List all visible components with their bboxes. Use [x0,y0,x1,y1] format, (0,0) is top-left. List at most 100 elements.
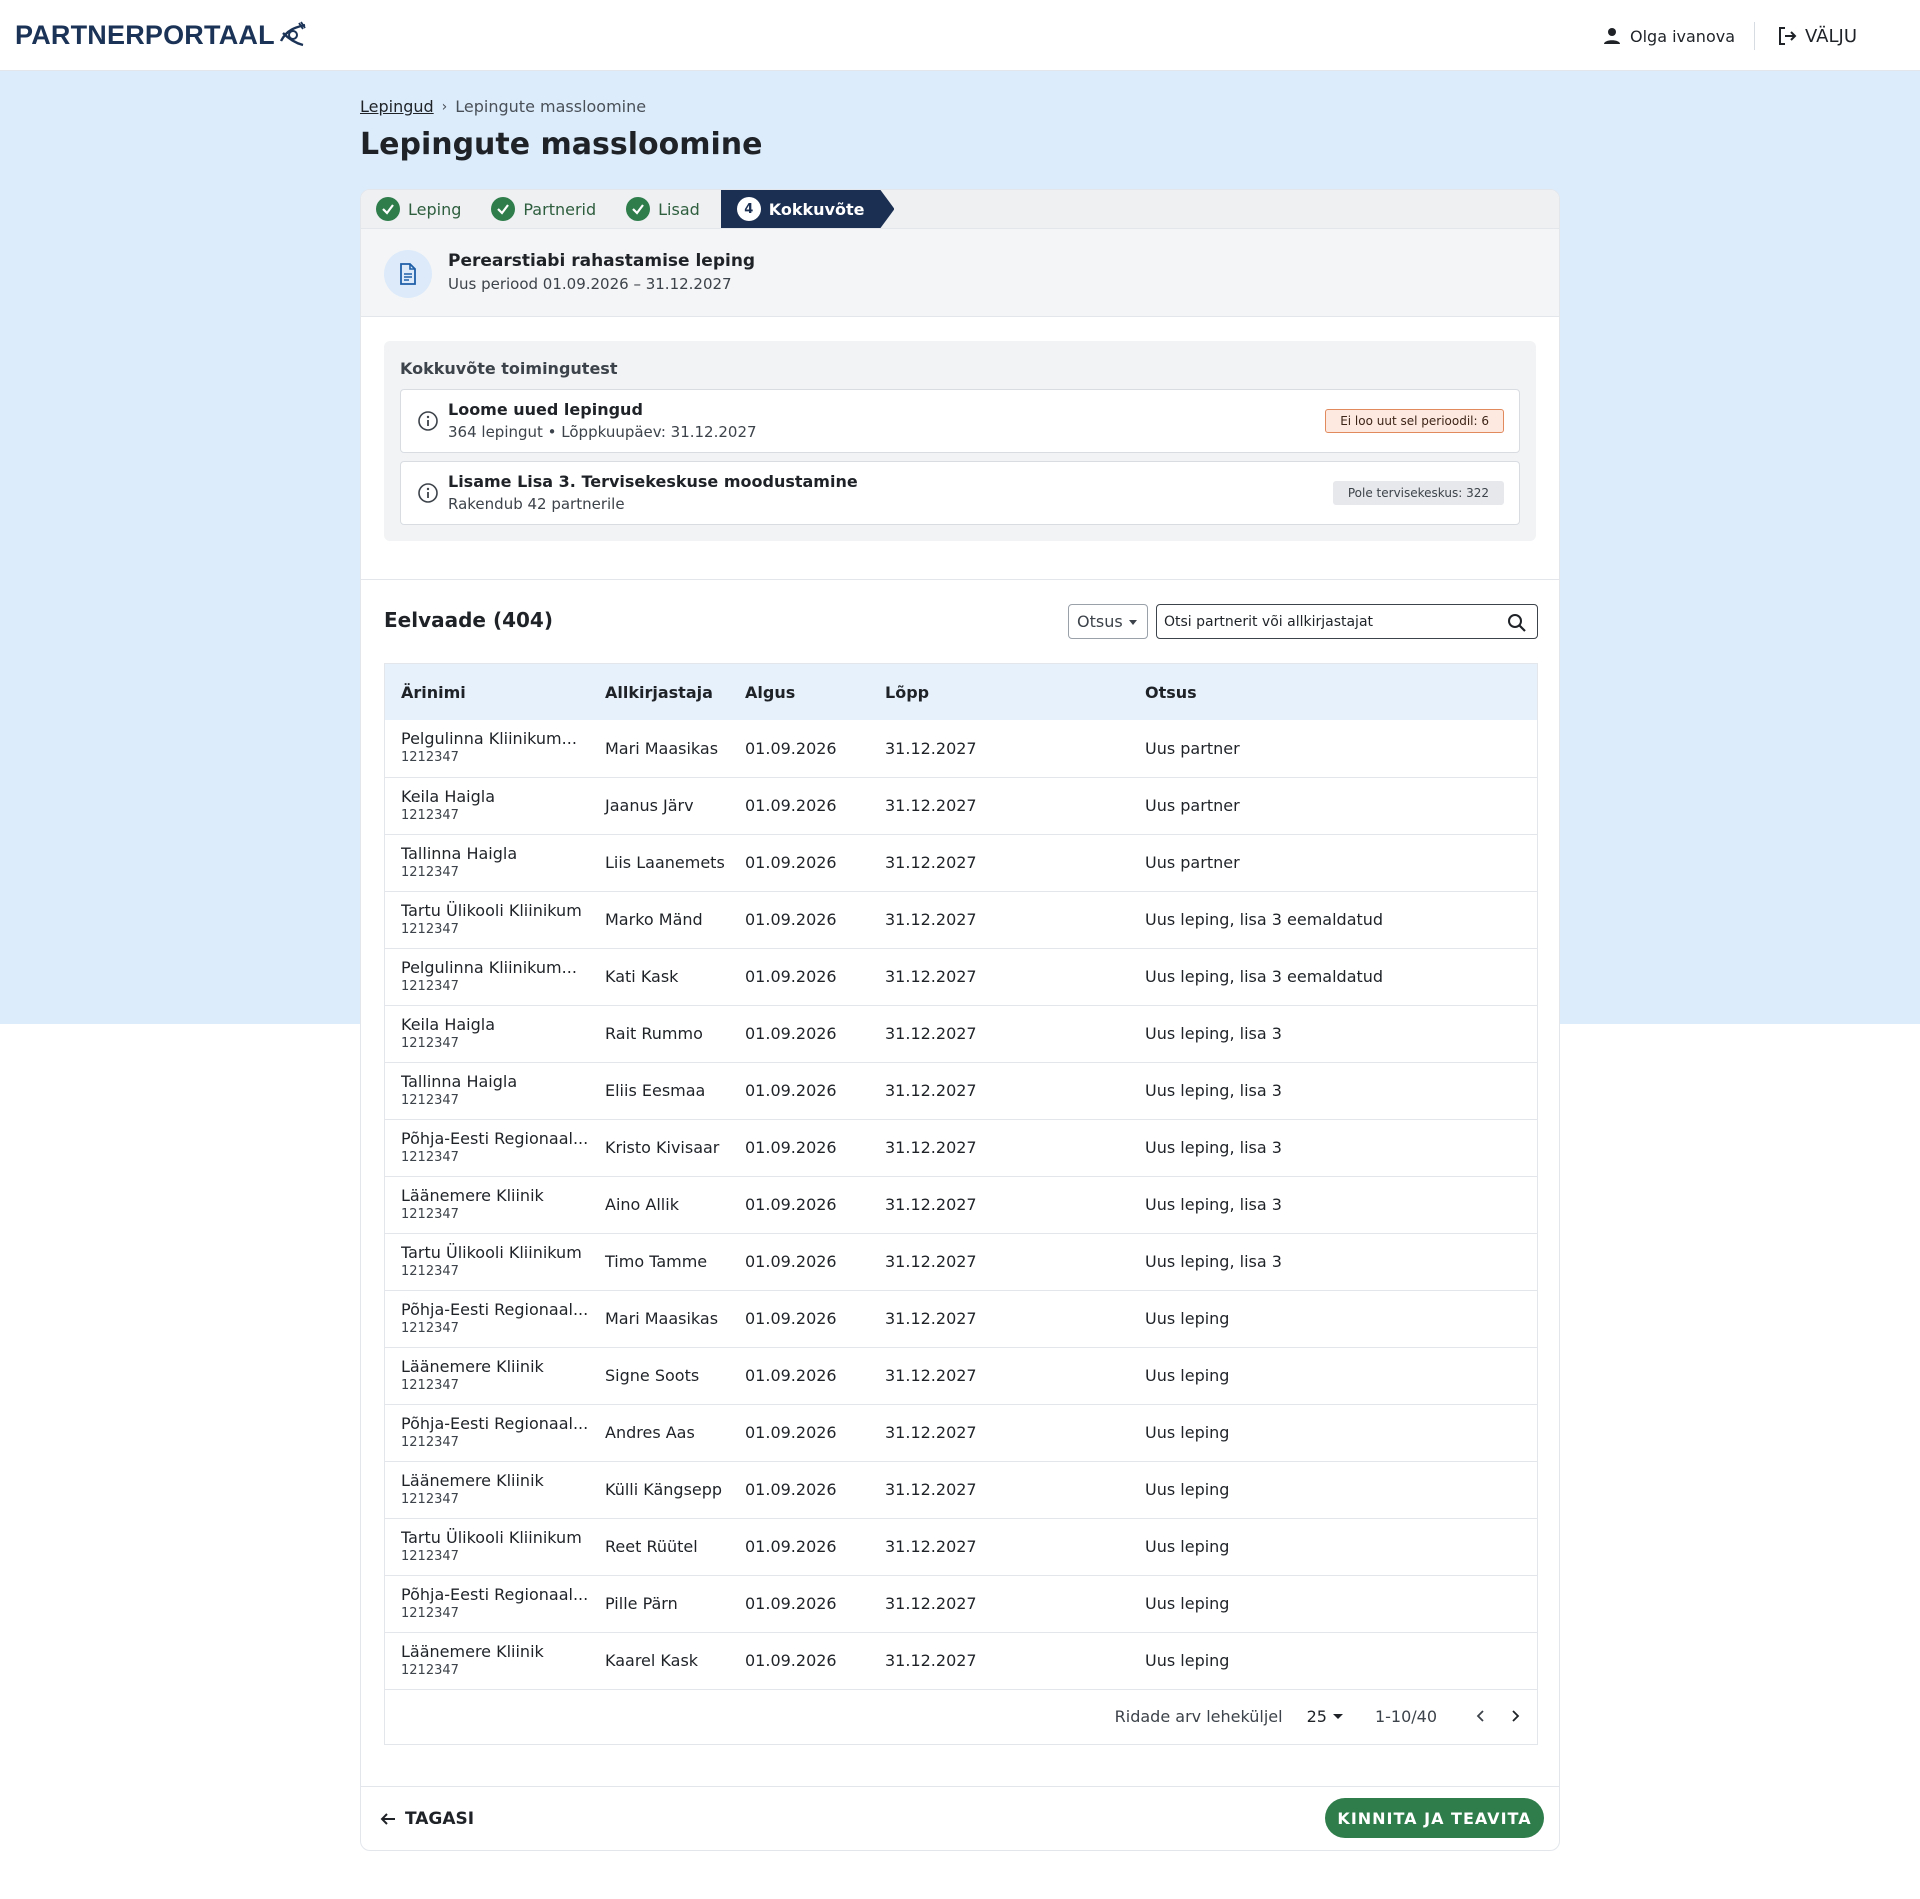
cell-decision: Uus leping, lisa 3 [1145,1252,1282,1271]
column-header-lopp[interactable]: Lõpp [869,664,1129,720]
cell-start-date: 01.09.2026 [745,853,837,872]
logo-text: PARTNERPORTAAL [15,19,275,50]
table-row[interactable]: Läänemere Kliinik 1212347 Aino Allik 01.09.… [385,1176,1537,1233]
decision-filter-select[interactable]: Otsus [1068,604,1148,639]
step-leping[interactable]: Leping [361,190,476,228]
cell-start-date: 01.09.2026 [745,1480,837,1499]
search-icon[interactable] [1507,613,1527,633]
cell-end-date: 31.12.2027 [885,1423,977,1442]
column-header-otsus[interactable]: Otsus [1129,664,1537,720]
cell-start-date: 01.09.2026 [745,1138,837,1157]
cell-signer: Jaanus Järv [605,796,694,815]
business-name: Põhja-Eesti Regionaal... [401,1584,589,1604]
cell-end-date: 31.12.2027 [885,1480,977,1499]
cell-end-date: 31.12.2027 [885,1195,977,1214]
next-page-button[interactable] [1503,1704,1527,1728]
chevron-left-icon [1476,1710,1484,1722]
table-row[interactable]: Põhja-Eesti Regionaal... 1212347 Pille Pär… [385,1575,1537,1632]
caret-down-icon [1332,1713,1343,1719]
cell-end-date: 31.12.2027 [885,1252,977,1271]
registry-code: 1212347 [401,1491,459,1507]
table-row[interactable]: Tartu Ülikooli Kliinikum 1212347 Timo Tamm… [385,1233,1537,1290]
registry-code: 1212347 [401,807,459,823]
header-divider [1754,22,1755,50]
cell-signer: Mari Maasikas [605,738,719,758]
column-header-allkirjastaja[interactable]: Allkirjastaja [589,664,729,720]
table-row[interactable]: Põhja-Eesti Regionaal... 1212347 Kristo Ki… [385,1119,1537,1176]
status-badge: Ei loo uut sel perioodil: 6 [1325,409,1504,433]
confirm-and-notify-button[interactable]: KINNITA JA TEAVITA [1325,1798,1544,1838]
contract-title: Perearstiabi rahastamise leping [448,251,756,271]
cell-signer: Signe Soots [605,1366,700,1385]
table-row[interactable]: Põhja-Eesti Regionaal... 1212347 Mari Maas… [385,1290,1537,1347]
previous-page-button[interactable] [1469,1704,1493,1728]
step-partnerid[interactable]: Partnerid [476,190,611,228]
business-name: Keila Haigla [401,1014,496,1034]
logout-button[interactable]: VÄLJU [1776,22,1857,50]
cell-end-date: 31.12.2027 [885,796,977,815]
cell-start-date: 01.09.2026 [745,1252,837,1271]
chevron-right-icon [1512,1710,1520,1722]
table-row[interactable]: Keila Haigla 1212347 Jaanus Järv 01.09.2026… [385,777,1537,834]
table-row[interactable]: Põhja-Eesti Regionaal... 1212347 Andres Aa… [385,1404,1537,1461]
breadcrumb: Lepingud › Lepingute massloomine [360,97,646,116]
table-row[interactable]: Läänemere Kliinik 1212347 Signe Soots 01.09… [385,1347,1537,1404]
business-name: Põhja-Eesti Regionaal... [401,1299,589,1319]
step-kokkuvote[interactable]: 4 Kokkuvõte [721,190,895,228]
table-row[interactable]: Tallinna Haigla 1212347 Liis Laanemets 01.0… [385,834,1537,891]
pagination-range: 1-10/40 [1374,1706,1437,1726]
page-title: Lepingute massloomine [360,127,763,162]
cell-start-date: 01.09.2026 [745,1195,837,1214]
business-name: Läänemere Kliinik [401,1356,544,1376]
summary-title: Kokkuvõte toimingutest [400,359,618,378]
step-lisad[interactable]: Lisad [611,190,715,228]
caret-down-icon [1129,620,1137,625]
table-row[interactable]: Läänemere Kliinik 1212347 Külli Kängsepp 01… [385,1461,1537,1518]
step-label: Partnerid [523,199,597,219]
rows-per-page-select[interactable]: 25 [1307,1707,1343,1726]
cell-signer: Kati Kask [605,967,679,986]
back-button[interactable]: TAGASI [379,1803,474,1835]
partnerportaal-logo[interactable]: PARTNERPORTAAL [15,19,309,51]
table-row[interactable]: Keila Haigla 1212347 Rait Rummo 01.09.2026 3… [385,1005,1537,1062]
column-header-arinimi[interactable]: Ärinimi [385,664,589,720]
cell-end-date: 31.12.2027 [885,910,977,929]
cell-decision: Uus leping [1145,1309,1230,1328]
cell-signer: Kristo Kivisaar [605,1138,720,1157]
column-header-algus[interactable]: Algus [729,664,869,720]
registry-code: 1212347 [401,1149,459,1165]
registry-code: 1212347 [401,921,459,937]
registry-code: 1212347 [401,1206,459,1222]
summary-item-subtitle: Rakendub 42 partnerile [448,495,625,513]
registry-code: 1212347 [401,1662,459,1678]
cell-start-date: 01.09.2026 [745,738,837,758]
summary-item-title: Lisame Lisa 3. Tervisekeskuse moodustami… [448,472,858,491]
business-name: Tallinna Haigla [401,1071,518,1091]
table-row[interactable]: Pelgulinna Kliinikum... 1212347 Kati Kask 0… [385,948,1537,1005]
cell-signer: Eliis Eesmaa [605,1081,706,1100]
table-row[interactable]: Läänemere Kliinik 1212347 Kaarel Kask 01.09… [385,1632,1537,1689]
business-name: Tartu Ülikooli Kliinikum [401,1242,582,1262]
cell-business-name: Tallinna Haigla 1212347 [385,1062,589,1119]
table-row[interactable]: Pelgulinna Kliinikum... 1212347 Mari Maasi… [385,720,1537,777]
table-row[interactable]: Tartu Ülikooli Kliinikum 1212347 Marko Män… [385,891,1537,948]
registry-code: 1212347 [401,1605,459,1621]
cell-signer: Kaarel Kask [605,1651,699,1670]
cell-signer: Andres Aas [605,1423,695,1442]
cell-end-date: 31.12.2027 [885,1537,977,1556]
cell-signer: Liis Laanemets [605,853,725,872]
cell-signer: Timo Tamme [605,1252,708,1271]
user-menu-button[interactable]: Olga ivanova [1602,24,1735,48]
back-label: TAGASI [405,1809,475,1829]
search-field[interactable] [1156,604,1538,639]
search-input[interactable] [1164,605,1494,638]
cell-end-date: 31.12.2027 [885,967,977,986]
table-row[interactable]: Tallinna Haigla 1212347 Eliis Eesmaa 01.09.… [385,1062,1537,1119]
person-icon [1604,28,1620,44]
breadcrumb-link-lepingud[interactable]: Lepingud [360,97,434,116]
table-row[interactable]: Tartu Ülikooli Kliinikum 1212347 Reet Rüüt… [385,1518,1537,1575]
step-label: Lisad [658,199,700,219]
cell-end-date: 31.12.2027 [885,1366,977,1385]
filter-select-label: Otsus [1077,612,1123,631]
business-name: Läänemere Kliinik [401,1185,544,1205]
